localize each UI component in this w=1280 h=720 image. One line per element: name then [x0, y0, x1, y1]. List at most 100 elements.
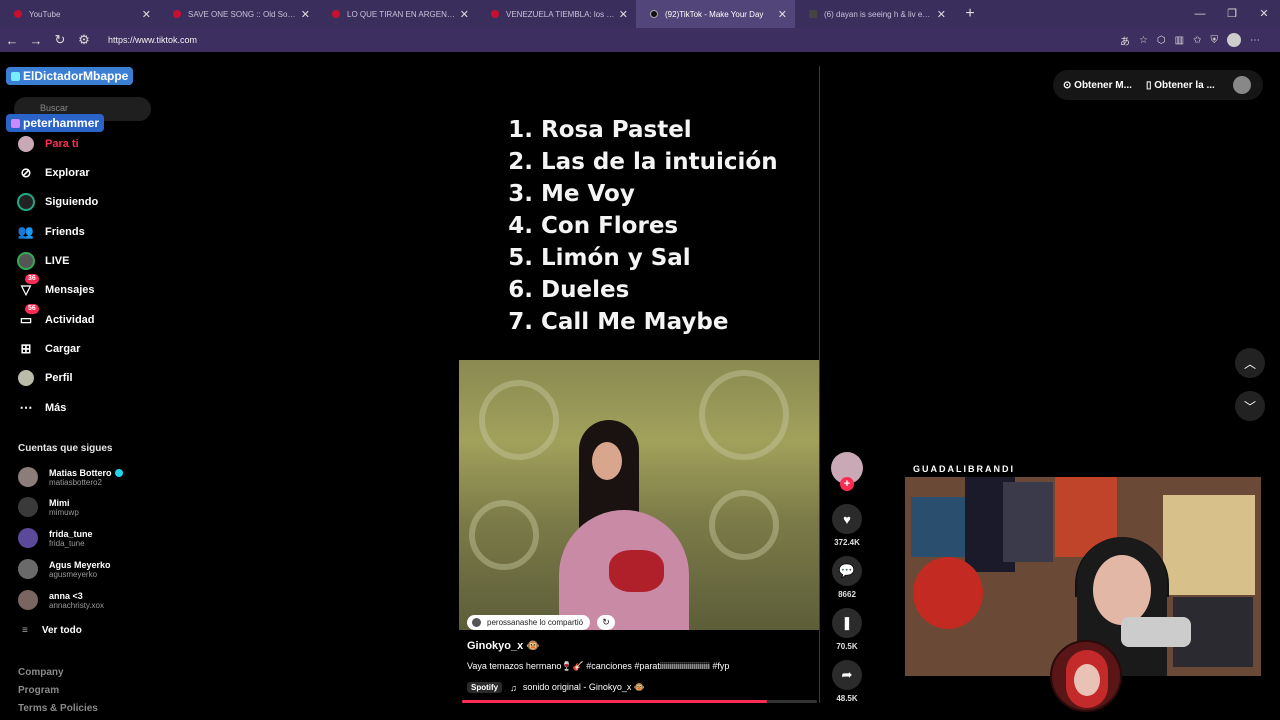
nav-friends[interactable]: 👥 Friends	[16, 222, 85, 242]
profile-avatar[interactable]	[1227, 33, 1241, 47]
browser-tab[interactable]: YouTube ✕	[0, 0, 159, 28]
restore-icon[interactable]: ❐	[1216, 0, 1248, 28]
follow-plus-icon[interactable]: +	[840, 477, 854, 491]
messages-badge: 36	[25, 274, 39, 284]
shield-icon[interactable]: ⛨	[1211, 35, 1219, 46]
close-icon[interactable]: ✕	[460, 8, 469, 21]
sticker-face	[1074, 664, 1100, 696]
microphone	[1121, 617, 1191, 647]
shared-by-pill[interactable]: perossanashe lo compartió	[467, 615, 591, 630]
video-progress[interactable]	[462, 700, 817, 703]
song-item: 1. Rosa Pastel	[508, 117, 692, 143]
chevron-up-icon: ︿	[1243, 356, 1256, 371]
get-app-button[interactable]: ▯ Obtener la ...	[1146, 80, 1215, 91]
video-clip	[459, 360, 819, 630]
following-title: Cuentas que sigues	[18, 443, 113, 454]
close-icon[interactable]: ✕	[301, 8, 310, 21]
followed-account[interactable]: Mimi mimuwp	[18, 497, 79, 517]
messages-icon: ▽ 36	[16, 274, 39, 300]
video-player[interactable]: 1. Rosa Pastel 2. Las de la intuición 3.…	[459, 66, 820, 703]
minimize-icon[interactable]: —	[1184, 0, 1216, 28]
youtube-icon	[332, 10, 340, 18]
comment-icon: 💬	[832, 556, 862, 586]
followed-account[interactable]: anna <3 annachristy.xox	[18, 590, 104, 610]
favorites-bar-icon[interactable]: ✩	[1193, 35, 1201, 46]
singer-sash	[609, 550, 664, 592]
ornament	[469, 500, 539, 570]
song-item: 7. Call Me Maybe	[508, 309, 729, 335]
nav-perfil[interactable]: Perfil	[16, 368, 73, 388]
badge-icon	[11, 71, 20, 81]
footer-link[interactable]: Terms & Policies	[18, 703, 98, 714]
like-button[interactable]: ♥ 372.4K	[830, 504, 864, 547]
translate-icon[interactable]: あ	[1120, 33, 1130, 48]
following-icon	[16, 192, 36, 212]
footer-link[interactable]: Program	[18, 685, 59, 696]
repost-icon[interactable]: ↻	[597, 615, 615, 630]
comment-button[interactable]: 💬 8662	[830, 556, 864, 599]
nav-live[interactable]: LIVE	[16, 251, 69, 271]
nav-actividad[interactable]: ▭ 56 Actividad	[16, 304, 95, 330]
close-icon[interactable]: ✕	[142, 8, 151, 21]
url-field[interactable]: https://www.tiktok.com	[108, 35, 197, 45]
favorite-icon[interactable]: ☆	[1139, 35, 1148, 46]
profile-avatar[interactable]	[1232, 76, 1251, 94]
spotify-badge[interactable]: Spotify	[467, 682, 503, 693]
progress-fill	[462, 700, 768, 703]
close-icon[interactable]: ✕	[778, 8, 787, 21]
browser-tab-active[interactable]: (92)TikTok - Make Your Day ✕	[636, 0, 795, 28]
avatar-sticker	[1050, 640, 1122, 712]
close-icon[interactable]: ✕	[619, 8, 628, 21]
site-info-icon[interactable]: ⚙	[72, 32, 96, 48]
followed-account[interactable]: Matias Bottero matiasbottero2	[18, 467, 123, 487]
streamer-name: GUADALIBRANDI	[913, 464, 1015, 474]
nav-para-ti[interactable]: Para ti	[16, 134, 79, 154]
followed-account[interactable]: Agus Meyerko agusmeyerko	[18, 559, 111, 579]
upload-icon: ⊞	[20, 341, 32, 356]
browser-tab[interactable]: LO QUE TIRAN EN ARGENTINA EN✕	[318, 0, 477, 28]
avatar	[472, 618, 481, 627]
new-tab-button[interactable]: +	[958, 5, 982, 23]
forward-icon[interactable]: →	[24, 33, 48, 48]
nav-cargar[interactable]: ⊞ Cargar	[16, 339, 81, 359]
browser-tab[interactable]: VENEZUELA TIEMBLA: los héroes✕	[477, 0, 636, 28]
footer-link[interactable]: Company	[18, 667, 64, 678]
browser-tab[interactable]: (6) dayan is seeing h & liv en X: "h✕	[795, 0, 954, 28]
bookmark-icon: ❚	[832, 608, 862, 638]
next-video-button[interactable]: ﹀	[1235, 391, 1265, 421]
activity-badge: 56	[25, 304, 39, 314]
song-item: 5. Limón y Sal	[508, 245, 691, 271]
nav-mas[interactable]: ⋯ Más	[16, 398, 67, 418]
see-all-button[interactable]: ≡ Ver todo	[22, 625, 82, 636]
address-bar: ← → ↻ ⚙ https://www.tiktok.com あ ☆ ⬡ ▥ ✩…	[0, 28, 1280, 52]
nav-explorar[interactable]: ⊘ Explorar	[16, 163, 90, 183]
home-icon	[16, 134, 36, 154]
friends-icon: 👥	[17, 224, 35, 239]
get-coins-button[interactable]: ⊙ Obtener M...	[1063, 80, 1132, 91]
split-icon[interactable]: ▥	[1175, 35, 1184, 46]
ornament	[479, 380, 559, 460]
youtube-icon	[173, 10, 181, 18]
x-icon	[809, 10, 817, 18]
nav-siguiendo[interactable]: Siguiendo	[16, 192, 98, 212]
close-icon[interactable]: ✕	[937, 8, 946, 21]
reload-icon[interactable]: ↻	[48, 32, 72, 48]
browser-tab[interactable]: SAVE ONE SONG :: Old Song vs ✕	[159, 0, 318, 28]
song-item: 4. Con Flores	[508, 213, 679, 239]
music-info[interactable]: Spotify ♫ sonido original - Ginokyo_x 🐵	[467, 682, 645, 693]
share-button[interactable]: ➦ 48.5K	[830, 660, 864, 703]
extensions-icon[interactable]: ⬡	[1157, 35, 1166, 46]
save-button[interactable]: ❚ 70.5K	[830, 608, 864, 651]
menu-icon[interactable]: ⋯	[1250, 35, 1260, 46]
youtube-icon	[491, 10, 499, 18]
close-window-icon[interactable]: ✕	[1248, 0, 1280, 28]
previous-video-button[interactable]: ︿	[1235, 348, 1265, 378]
chevron-down-icon: ﹀	[1243, 399, 1256, 414]
video-author[interactable]: Ginokyo_x 🐵	[467, 639, 540, 652]
badge-icon	[11, 118, 20, 128]
ornament	[699, 370, 789, 460]
streamer-face	[1093, 555, 1151, 625]
nav-mensajes[interactable]: ▽ 36 Mensajes	[16, 274, 95, 300]
back-icon[interactable]: ←	[0, 33, 24, 48]
followed-account[interactable]: frida_tune frida_tune	[18, 528, 93, 548]
